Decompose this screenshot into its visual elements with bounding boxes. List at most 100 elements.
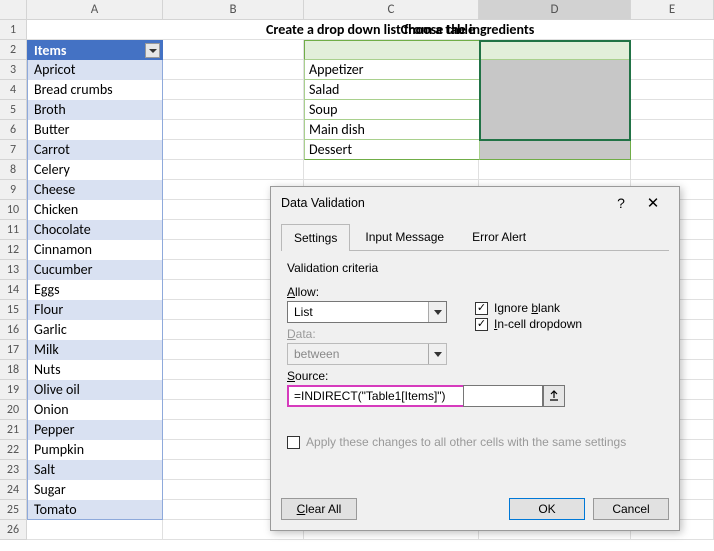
items-cell[interactable]: Pepper: [27, 420, 163, 440]
filter-icon[interactable]: [145, 43, 160, 58]
row-header-9[interactable]: 9: [0, 180, 27, 200]
ingredients-selection-cell[interactable]: [479, 80, 631, 100]
row-header-1[interactable]: 1: [0, 20, 27, 40]
cell[interactable]: [163, 60, 304, 80]
ingredients-label[interactable]: Salad: [304, 80, 479, 100]
cell[interactable]: [163, 160, 304, 180]
cell[interactable]: [163, 140, 304, 160]
cell[interactable]: [631, 40, 714, 60]
cell[interactable]: [479, 160, 631, 180]
row-header-23[interactable]: 23: [0, 460, 27, 480]
cell[interactable]: [163, 80, 304, 100]
items-cell[interactable]: Apricot: [27, 60, 163, 80]
ok-button[interactable]: OK: [509, 498, 585, 520]
row-header-24[interactable]: 24: [0, 480, 27, 500]
ingredients-label[interactable]: Main dish: [304, 120, 479, 140]
row-header-22[interactable]: 22: [0, 440, 27, 460]
ingredients-selection-cell[interactable]: [479, 100, 631, 120]
items-cell[interactable]: Broth: [27, 100, 163, 120]
cell[interactable]: [631, 60, 714, 80]
items-cell[interactable]: Tomato: [27, 500, 163, 520]
items-cell[interactable]: Cucumber: [27, 260, 163, 280]
row-header-25[interactable]: 25: [0, 500, 27, 520]
help-icon[interactable]: ?: [605, 195, 637, 211]
items-cell[interactable]: Cinnamon: [27, 240, 163, 260]
clear-all-button[interactable]: Clear All: [281, 498, 357, 520]
row-header-17[interactable]: 17: [0, 340, 27, 360]
allow-label: Allow:: [287, 285, 457, 299]
ingredients-selection-cell[interactable]: [479, 120, 631, 140]
col-header-A[interactable]: A: [27, 0, 163, 20]
row-header-3[interactable]: 3: [0, 60, 27, 80]
cancel-button[interactable]: Cancel: [593, 498, 669, 520]
items-cell[interactable]: Sugar: [27, 480, 163, 500]
items-cell[interactable]: Nuts: [27, 360, 163, 380]
cell[interactable]: [163, 120, 304, 140]
items-cell[interactable]: Cheese: [27, 180, 163, 200]
row-header-8[interactable]: 8: [0, 160, 27, 180]
items-cell[interactable]: Onion: [27, 400, 163, 420]
items-cell[interactable]: Salt: [27, 460, 163, 480]
ingredients-label[interactable]: Soup: [304, 100, 479, 120]
items-cell[interactable]: Milk: [27, 340, 163, 360]
items-cell[interactable]: Celery: [27, 160, 163, 180]
row-header-5[interactable]: 5: [0, 100, 27, 120]
cell[interactable]: [27, 520, 163, 540]
items-cell[interactable]: Chocolate: [27, 220, 163, 240]
cell[interactable]: [631, 140, 714, 160]
row-header-12[interactable]: 12: [0, 240, 27, 260]
items-cell[interactable]: Pumpkin: [27, 440, 163, 460]
row-header-4[interactable]: 4: [0, 80, 27, 100]
col-header-B[interactable]: B: [163, 0, 304, 20]
row-header-2[interactable]: 2: [0, 40, 27, 60]
ignore-blank-checkbox[interactable]: ✓ Ignore blank: [475, 301, 582, 315]
ingredients-label[interactable]: Appetizer: [304, 60, 479, 80]
col-header-D[interactable]: D: [479, 0, 631, 20]
row-header-20[interactable]: 20: [0, 400, 27, 420]
row-header-21[interactable]: 21: [0, 420, 27, 440]
close-icon[interactable]: ✕: [637, 194, 669, 212]
cell[interactable]: [163, 100, 304, 120]
items-cell[interactable]: Garlic: [27, 320, 163, 340]
col-header-E[interactable]: E: [631, 0, 714, 20]
cell[interactable]: [163, 40, 304, 60]
row-header-26[interactable]: 26: [0, 520, 27, 540]
cell[interactable]: [631, 160, 714, 180]
row-header-11[interactable]: 11: [0, 220, 27, 240]
row-header-14[interactable]: 14: [0, 280, 27, 300]
range-picker-icon[interactable]: [543, 385, 565, 407]
items-cell[interactable]: Bread crumbs: [27, 80, 163, 100]
ingredients-selection-cell[interactable]: [479, 60, 631, 80]
row-header-10[interactable]: 10: [0, 200, 27, 220]
cell[interactable]: [631, 100, 714, 120]
items-cell[interactable]: Carrot: [27, 140, 163, 160]
row-header-18[interactable]: 18: [0, 360, 27, 380]
cell[interactable]: [631, 80, 714, 100]
row-header-15[interactable]: 15: [0, 300, 27, 320]
cell[interactable]: [304, 160, 479, 180]
select-all[interactable]: [0, 0, 27, 20]
source-input-ext[interactable]: [463, 385, 543, 407]
source-input[interactable]: =INDIRECT("Table1[Items]"): [287, 385, 463, 407]
tab-settings[interactable]: Settings: [281, 224, 350, 251]
in-cell-dropdown-checkbox[interactable]: ✓ In-cell dropdown: [475, 317, 582, 331]
row-header-19[interactable]: 19: [0, 380, 27, 400]
col-header-C[interactable]: C: [304, 0, 479, 20]
allow-select[interactable]: List: [287, 301, 447, 323]
items-cell[interactable]: Olive oil: [27, 380, 163, 400]
row-header-16[interactable]: 16: [0, 320, 27, 340]
items-cell[interactable]: Eggs: [27, 280, 163, 300]
tab-error-alert[interactable]: Error Alert: [459, 223, 539, 250]
row-header-7[interactable]: 7: [0, 140, 27, 160]
ingredients-label[interactable]: Dessert: [304, 140, 479, 160]
ingredients-header: [304, 40, 479, 60]
cell[interactable]: [631, 120, 714, 140]
items-cell[interactable]: Butter: [27, 120, 163, 140]
items-cell[interactable]: Flour: [27, 300, 163, 320]
row-header-6[interactable]: 6: [0, 120, 27, 140]
row-header-13[interactable]: 13: [0, 260, 27, 280]
items-cell[interactable]: Chicken: [27, 200, 163, 220]
table-header-items[interactable]: Items: [27, 40, 163, 60]
ingredients-selection-cell[interactable]: [479, 140, 631, 160]
tab-input-message[interactable]: Input Message: [352, 223, 457, 250]
